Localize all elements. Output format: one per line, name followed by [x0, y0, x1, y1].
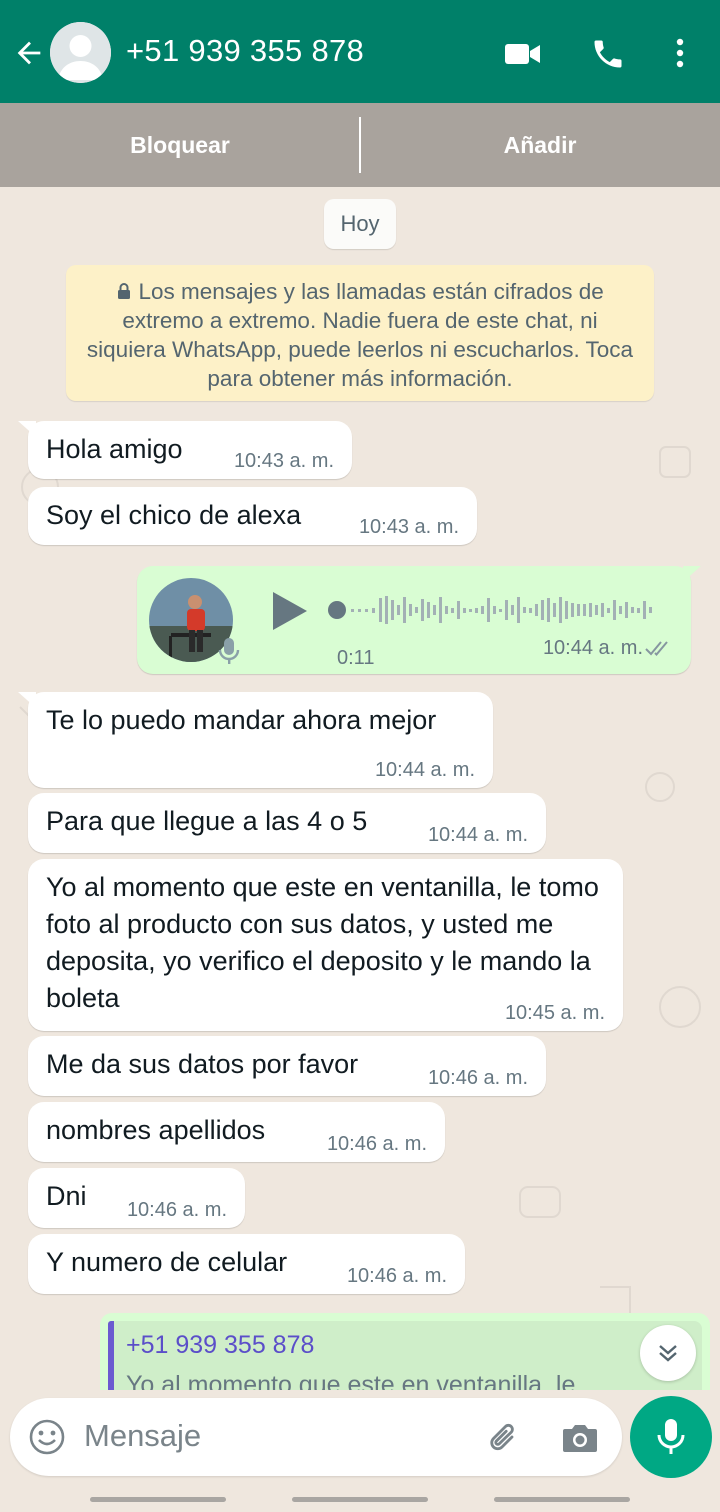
- chat-area[interactable]: Hoy Los mensajes y las llamadas están ci…: [0, 187, 720, 1390]
- incoming-message[interactable]: nombres apellidos 10:46 a. m.: [28, 1102, 445, 1162]
- scroll-down-button[interactable]: [640, 1325, 696, 1381]
- incoming-message[interactable]: Te lo puedo mandar ahora mejor 10:44 a. …: [18, 692, 493, 788]
- message-time: 10:44 a. m.: [427, 824, 528, 846]
- phone-icon[interactable]: [588, 36, 628, 72]
- more-vert-icon[interactable]: [662, 36, 702, 72]
- chat-header: +51 939 355 878: [0, 0, 720, 103]
- back-arrow-icon[interactable]: [12, 36, 46, 70]
- quote-bar: [108, 1321, 114, 1390]
- system-nav-bar: [0, 1488, 720, 1512]
- message-time: 10:45 a. m.: [504, 1002, 605, 1024]
- message-text: Y numero de celular: [46, 1247, 288, 1277]
- message-time: 10:46 a. m.: [427, 1067, 528, 1089]
- double-check-icon: [645, 641, 668, 656]
- message-time: 10:46 a. m.: [346, 1265, 447, 1287]
- message-text: Soy el chico de alexa: [46, 500, 302, 530]
- message-text: Hola amigo: [46, 434, 183, 464]
- nav-handle[interactable]: [292, 1497, 428, 1502]
- mic-icon: [657, 1419, 685, 1454]
- incoming-message[interactable]: Hola amigo 10:43 a. m.: [18, 421, 352, 479]
- message-text: Me da sus datos por favor: [46, 1049, 359, 1079]
- voice-duration: 0:11: [337, 647, 375, 669]
- contact-title[interactable]: +51 939 355 878: [126, 33, 364, 69]
- emoji-icon[interactable]: [28, 1418, 66, 1456]
- outgoing-voice-message[interactable]: 0:11 10:44 a. m.: [137, 566, 701, 674]
- mic-badge-icon: [218, 638, 240, 664]
- incoming-message[interactable]: Dni 10:46 a. m.: [28, 1168, 245, 1228]
- encryption-notice[interactable]: Los mensajes y las llamadas están cifrad…: [66, 265, 654, 401]
- message-time: 10:43 a. m.: [358, 516, 459, 538]
- incoming-message[interactable]: Y numero de celular 10:46 a. m.: [28, 1234, 465, 1294]
- nav-handle[interactable]: [90, 1497, 226, 1502]
- lock-icon: [116, 278, 132, 299]
- voice-waveform[interactable]: [327, 592, 667, 628]
- avatar[interactable]: [50, 22, 111, 83]
- quoted-text: Yo al momento que este en ventanilla, le: [126, 1371, 576, 1390]
- play-icon[interactable]: [269, 590, 309, 632]
- message-text: nombres apellidos: [46, 1115, 266, 1145]
- message-text: Para que llegue a las 4 o 5: [46, 806, 368, 836]
- message-text: Dni: [46, 1181, 87, 1211]
- divider: [359, 117, 361, 173]
- block-button[interactable]: Bloquear: [0, 103, 360, 187]
- double-chevron-down-icon: [659, 1345, 677, 1362]
- message-text: Te lo puedo mandar ahora mejor: [46, 705, 437, 735]
- message-time: 10:44 a. m.: [542, 637, 643, 659]
- unknown-contact-action-bar: Bloquear Añadir: [0, 103, 720, 187]
- quoted-sender: +51 939 355 878: [126, 1331, 315, 1359]
- nav-handle[interactable]: [494, 1497, 630, 1502]
- incoming-message[interactable]: Me da sus datos por favor 10:46 a. m.: [28, 1036, 546, 1096]
- incoming-message[interactable]: Yo al momento que este en ventanilla, le…: [28, 859, 623, 1031]
- add-contact-button[interactable]: Añadir: [360, 103, 720, 187]
- message-time: 10:46 a. m.: [326, 1133, 427, 1155]
- date-chip: Hoy: [324, 199, 396, 249]
- encryption-notice-text: Los mensajes y las llamadas están cifrad…: [86, 279, 634, 391]
- incoming-message[interactable]: Soy el chico de alexa 10:43 a. m.: [28, 487, 477, 545]
- message-time: 10:44 a. m.: [374, 759, 475, 781]
- video-call-icon[interactable]: [503, 36, 543, 72]
- message-time: 10:43 a. m.: [233, 450, 334, 472]
- attach-icon[interactable]: [482, 1418, 522, 1458]
- outgoing-reply-message[interactable]: +51 939 355 878 Yo al momento que este e…: [100, 1313, 710, 1390]
- message-time: 10:46 a. m.: [126, 1199, 227, 1221]
- camera-icon[interactable]: [560, 1420, 600, 1456]
- message-text: Yo al momento que este en ventanilla, le…: [46, 872, 599, 1013]
- message-composer[interactable]: Mensaje: [10, 1398, 622, 1476]
- incoming-message[interactable]: Para que llegue a las 4 o 5 10:44 a. m.: [28, 793, 546, 853]
- message-input[interactable]: Mensaje: [84, 1418, 201, 1454]
- voice-record-button[interactable]: [630, 1396, 712, 1478]
